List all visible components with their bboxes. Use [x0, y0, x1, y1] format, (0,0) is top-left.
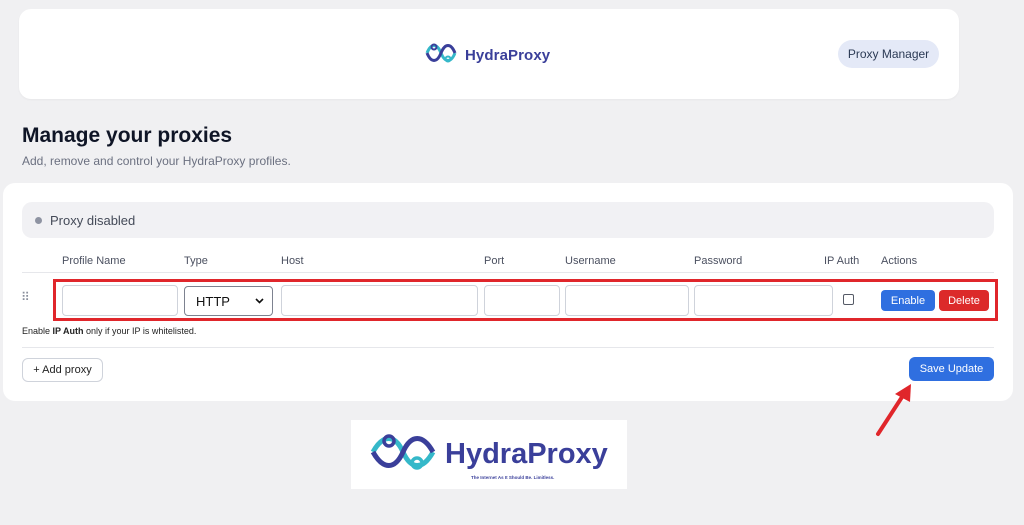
page-title: Manage your proxies [22, 124, 233, 147]
note-suffix: only if your IP is whitelisted. [83, 326, 197, 336]
ip-auth-note: Enable IP Auth only if your IP is whitel… [22, 326, 196, 336]
enable-button[interactable]: Enable [881, 290, 935, 311]
brand-name: HydraProxy [465, 47, 551, 64]
column-header-port: Port [484, 255, 505, 267]
ip-auth-checkbox[interactable] [843, 294, 854, 305]
port-input[interactable] [484, 285, 560, 316]
column-header-ip-auth: IP Auth [824, 255, 860, 267]
note-prefix: Enable [22, 326, 53, 336]
type-select[interactable]: HTTP [184, 286, 273, 316]
drag-handle-icon[interactable]: ⠿ [21, 291, 30, 303]
chevron-down-icon [255, 298, 264, 304]
password-input[interactable] [694, 285, 833, 316]
delete-button[interactable]: Delete [939, 290, 989, 311]
profile-name-input[interactable] [62, 285, 178, 316]
column-header-actions: Actions [881, 255, 918, 267]
bottom-brand-name: HydraProxy [445, 438, 608, 470]
status-bar: Proxy disabled [22, 202, 994, 238]
brand-logo[interactable]: HydraProxy [423, 40, 550, 71]
proxy-manager-button[interactable]: Proxy Manager [838, 40, 939, 68]
save-update-button[interactable]: Save Update [909, 357, 994, 381]
divider [22, 347, 994, 348]
hydra-knot-icon [367, 430, 439, 479]
column-header-username: Username [565, 255, 616, 267]
column-header-password: Password [694, 255, 743, 267]
bottom-brand-logo: HydraProxy The Internet As It Should Be.… [351, 420, 627, 489]
column-header-type: Type [184, 255, 208, 267]
note-bold: IP Auth [52, 326, 84, 336]
status-dot-icon [35, 216, 42, 224]
host-input[interactable] [281, 285, 478, 316]
brand-tagline: The Internet As It Should Be. Limitless. [471, 475, 555, 480]
hydra-knot-icon [423, 40, 459, 71]
status-text: Proxy disabled [50, 212, 136, 228]
annotation-arrow-icon [876, 384, 911, 436]
add-proxy-button[interactable]: + Add proxy [22, 358, 103, 382]
username-input[interactable] [565, 285, 689, 316]
type-select-value: HTTP [196, 293, 230, 309]
column-header-profile-name: Profile Name [62, 255, 126, 267]
divider [22, 272, 994, 273]
column-header-host: Host [281, 255, 304, 267]
page-subtitle: Add, remove and control your HydraProxy … [22, 154, 291, 168]
